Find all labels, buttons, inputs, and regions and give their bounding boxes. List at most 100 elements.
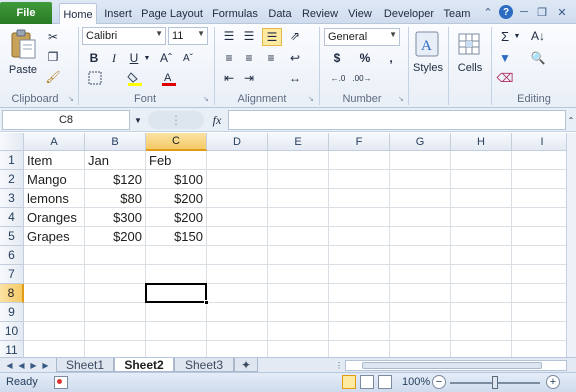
align-left-icon[interactable]: ≡ [220,50,238,66]
cell-d11[interactable] [207,341,268,357]
cell-h10[interactable] [451,322,512,341]
tab-insert[interactable]: Insert [100,4,136,24]
cell-d8[interactable] [207,284,268,303]
paste-button[interactable] [8,28,38,62]
insert-worksheet-icon[interactable]: ✦ [234,358,258,372]
row-header-10[interactable]: 10 [0,322,24,341]
cell-f8[interactable] [329,284,390,303]
cell-d9[interactable] [207,303,268,322]
cell-g3[interactable] [390,189,451,208]
cell-g1[interactable] [390,151,451,170]
prev-sheet-icon[interactable]: ◀ [16,359,27,371]
cell-h4[interactable] [451,208,512,227]
cell-h8[interactable] [451,284,512,303]
cell-d2[interactable] [207,170,268,189]
sort-filter-icon[interactable]: A↓ [528,28,548,44]
cell-d6[interactable] [207,246,268,265]
cell-h6[interactable] [451,246,512,265]
tab-formulas[interactable]: Formulas [209,4,261,24]
cell-a7[interactable] [24,265,85,284]
sheet-tab-sheet3[interactable]: Sheet3 [174,358,234,372]
font-name-combo[interactable]: Calibri ▼ [82,27,166,45]
cell-h7[interactable] [451,265,512,284]
cell-d5[interactable] [207,227,268,246]
fill-icon[interactable]: ▼ [497,50,513,66]
styles-button[interactable]: A [414,30,440,58]
cut-icon[interactable]: ✂ [44,29,62,45]
fill-handle[interactable] [204,300,209,305]
cell-e7[interactable] [268,265,329,284]
number-format-combo[interactable]: General ▼ [324,28,400,46]
cell-b9[interactable] [85,303,146,322]
cell-g5[interactable] [390,227,451,246]
wrap-text-icon[interactable]: ↩ [286,50,304,66]
cell-i4[interactable] [512,208,566,227]
clear-icon[interactable]: ⌫ [497,70,514,86]
cell-c1[interactable]: Feb [146,151,207,170]
first-sheet-icon[interactable]: ◀ [4,359,15,371]
number-launcher-icon[interactable]: ↘ [398,95,404,103]
window-restore-icon[interactable]: ❐ [535,5,549,19]
row-header-5[interactable]: 5 [0,227,24,246]
cell-h9[interactable] [451,303,512,322]
tab-page-layout[interactable]: Page Layout [139,4,205,24]
tab-review[interactable]: Review [299,4,341,24]
cell-b10[interactable] [85,322,146,341]
cell-g6[interactable] [390,246,451,265]
cell-b5[interactable]: $200 [85,227,146,246]
cell-c7[interactable] [146,265,207,284]
cell-e5[interactable] [268,227,329,246]
zoom-level[interactable]: 100% [402,376,430,388]
cell-c2[interactable]: $100 [146,170,207,189]
cell-c6[interactable] [146,246,207,265]
column-header-i[interactable]: I [512,133,566,151]
underline-dropdown-icon[interactable]: ▼ [143,50,151,66]
italic-button[interactable]: I [106,50,122,66]
expand-formula-bar-icon[interactable]: ⌃ [566,112,576,128]
fill-color-icon[interactable] [126,70,144,86]
cell-e10[interactable] [268,322,329,341]
cell-f4[interactable] [329,208,390,227]
row-header-4[interactable]: 4 [0,208,24,227]
cell-g7[interactable] [390,265,451,284]
row-header-11[interactable]: 11 [0,341,24,357]
cell-i1[interactable] [512,151,566,170]
align-center-icon[interactable]: ≡ [240,50,258,66]
alignment-launcher-icon[interactable]: ↘ [308,95,314,103]
cell-b4[interactable]: $300 [85,208,146,227]
align-bottom-icon[interactable]: ☰ [262,28,282,46]
cell-a4[interactable]: Oranges [24,208,85,227]
normal-view-icon[interactable] [342,375,356,389]
cell-g9[interactable] [390,303,451,322]
cell-d10[interactable] [207,322,268,341]
cell-g11[interactable] [390,341,451,357]
next-sheet-icon[interactable]: ▶ [28,359,39,371]
insert-function-button[interactable]: fx [208,112,226,128]
cell-b11[interactable] [85,341,146,357]
cell-i8[interactable] [512,284,566,303]
cell-f1[interactable] [329,151,390,170]
page-break-view-icon[interactable] [378,375,392,389]
row-header-2[interactable]: 2 [0,170,24,189]
row-header-9[interactable]: 9 [0,303,24,322]
row-header-8[interactable]: 8 [0,284,24,303]
select-all-corner[interactable] [0,133,24,151]
merge-center-icon[interactable]: ↔ [286,70,304,86]
column-header-f[interactable]: F [329,133,390,151]
copy-icon[interactable]: ❐ [44,49,62,65]
cell-b6[interactable] [85,246,146,265]
cell-d7[interactable] [207,265,268,284]
cell-i11[interactable] [512,341,566,357]
decrease-decimal-icon[interactable]: .00→ [352,70,372,86]
cell-e8[interactable] [268,284,329,303]
cell-e6[interactable] [268,246,329,265]
column-header-c[interactable]: C [146,133,207,151]
decrease-indent-icon[interactable]: ⇤ [220,70,238,86]
autosum-dropdown-icon[interactable]: ▼ [513,28,521,44]
cell-e4[interactable] [268,208,329,227]
help-icon[interactable]: ? [499,5,513,19]
zoom-out-icon[interactable]: − [432,375,446,389]
font-color-icon[interactable]: A [160,70,178,86]
horizontal-scroll-thumb[interactable] [362,362,542,369]
column-header-g[interactable]: G [390,133,451,151]
